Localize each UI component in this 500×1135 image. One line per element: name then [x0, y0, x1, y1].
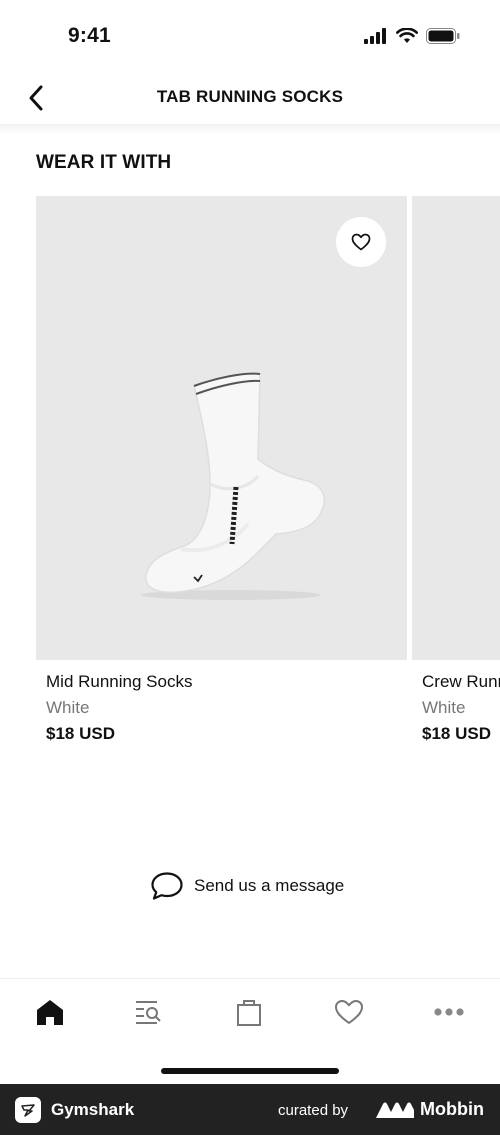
tab-more[interactable] — [429, 995, 469, 1029]
more-icon — [434, 1008, 464, 1016]
home-icon — [37, 1000, 63, 1025]
footer-app-name: Gymshark — [51, 1100, 135, 1119]
product-color: White — [422, 698, 466, 717]
product-card[interactable]: Crew Running Socks White $18 USD — [412, 196, 500, 743]
heart-icon — [335, 1000, 363, 1024]
tab-bag[interactable] — [229, 995, 269, 1029]
home-indicator — [161, 1068, 339, 1074]
product-card[interactable]: Mid Running Socks White $18 USD — [36, 196, 407, 743]
status-time: 9:41 — [68, 24, 111, 47]
header-divider — [0, 124, 500, 134]
search-list-icon — [136, 1001, 161, 1024]
favorite-button[interactable] — [336, 217, 386, 267]
product-name[interactable]: Mid Running Socks — [46, 672, 192, 692]
section-title: WEAR IT WITH — [36, 152, 172, 173]
send-message-label: Send us a message — [194, 876, 345, 895]
tab-wishlist[interactable] — [329, 995, 369, 1029]
footer-brand: Mobbin — [420, 1099, 484, 1119]
product-price: $18 USD — [422, 724, 491, 743]
send-message-button[interactable]: Send us a message — [150, 871, 344, 901]
product-name[interactable]: Crew Running Socks — [422, 672, 500, 692]
product-color: White — [46, 698, 90, 717]
product-image[interactable] — [412, 196, 500, 660]
wifi-icon — [396, 28, 418, 43]
chat-bubble-icon — [151, 872, 183, 900]
sock-product-illustration — [141, 372, 325, 600]
status-icons — [364, 28, 460, 44]
signal-icon — [364, 28, 386, 44]
footer-banner: Gymshark curated by Mobbin — [0, 1084, 500, 1135]
tab-home[interactable] — [30, 995, 70, 1029]
product-carousel[interactable]: Mid Running Socks White $18 USD Crew Run… — [0, 196, 500, 756]
bag-icon — [237, 1000, 261, 1026]
product-price: $18 USD — [46, 724, 115, 743]
heart-outline-icon — [351, 233, 371, 251]
tab-bar — [0, 978, 500, 1084]
header: TAB RUNNING SOCKS — [0, 74, 500, 124]
gymshark-logo-icon — [15, 1097, 41, 1123]
footer-curated-by: curated by — [278, 1102, 349, 1119]
tab-search[interactable] — [128, 995, 168, 1029]
page-title: TAB RUNNING SOCKS — [156, 87, 344, 106]
mobbin-logo-icon — [376, 1102, 414, 1118]
status-bar: 9:41 — [0, 0, 500, 74]
product-image[interactable] — [36, 196, 407, 660]
battery-icon — [426, 28, 460, 44]
